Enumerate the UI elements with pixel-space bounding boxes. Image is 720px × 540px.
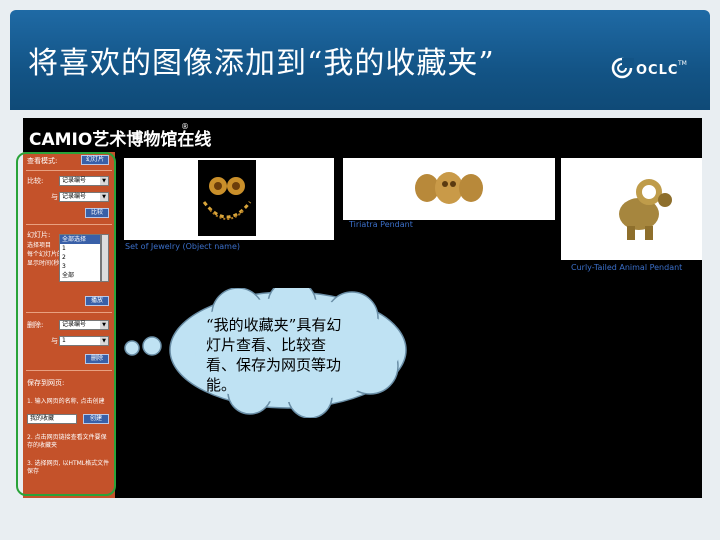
pendant-image <box>415 172 483 204</box>
slide-header: 将喜欢的图像添加到“我的收藏夹” OCLC TM <box>10 10 710 110</box>
oclc-logo: OCLC TM <box>610 54 690 90</box>
logo-text: OCLC <box>636 63 679 78</box>
result-caption[interactable]: Set of Jewelry (Object name) <box>125 242 240 251</box>
animal-pendant-image <box>619 179 672 240</box>
result-caption[interactable]: Curly-Tailed Animal Pendant <box>571 263 682 272</box>
result-thumbnail[interactable] <box>561 158 702 260</box>
slide-title: 将喜欢的图像添加到“我的收藏夹” <box>28 46 495 81</box>
callout-text: “我的收藏夹”具有幻灯片查看、比较查看、保存为网页等功能。 <box>206 316 342 394</box>
result-thumbnail[interactable] <box>124 158 334 240</box>
sidebar-highlight <box>16 152 116 496</box>
app-header: CAMIO艺术博物馆在线 ® <box>23 118 702 152</box>
logo-trademark: TM <box>678 60 687 67</box>
result-caption[interactable]: Tiriatra Pendant <box>349 220 413 229</box>
oclc-globe-icon <box>611 57 634 79</box>
jewelry-set-image <box>198 160 256 236</box>
registered-mark: ® <box>181 122 189 131</box>
result-thumbnail[interactable] <box>343 158 555 220</box>
